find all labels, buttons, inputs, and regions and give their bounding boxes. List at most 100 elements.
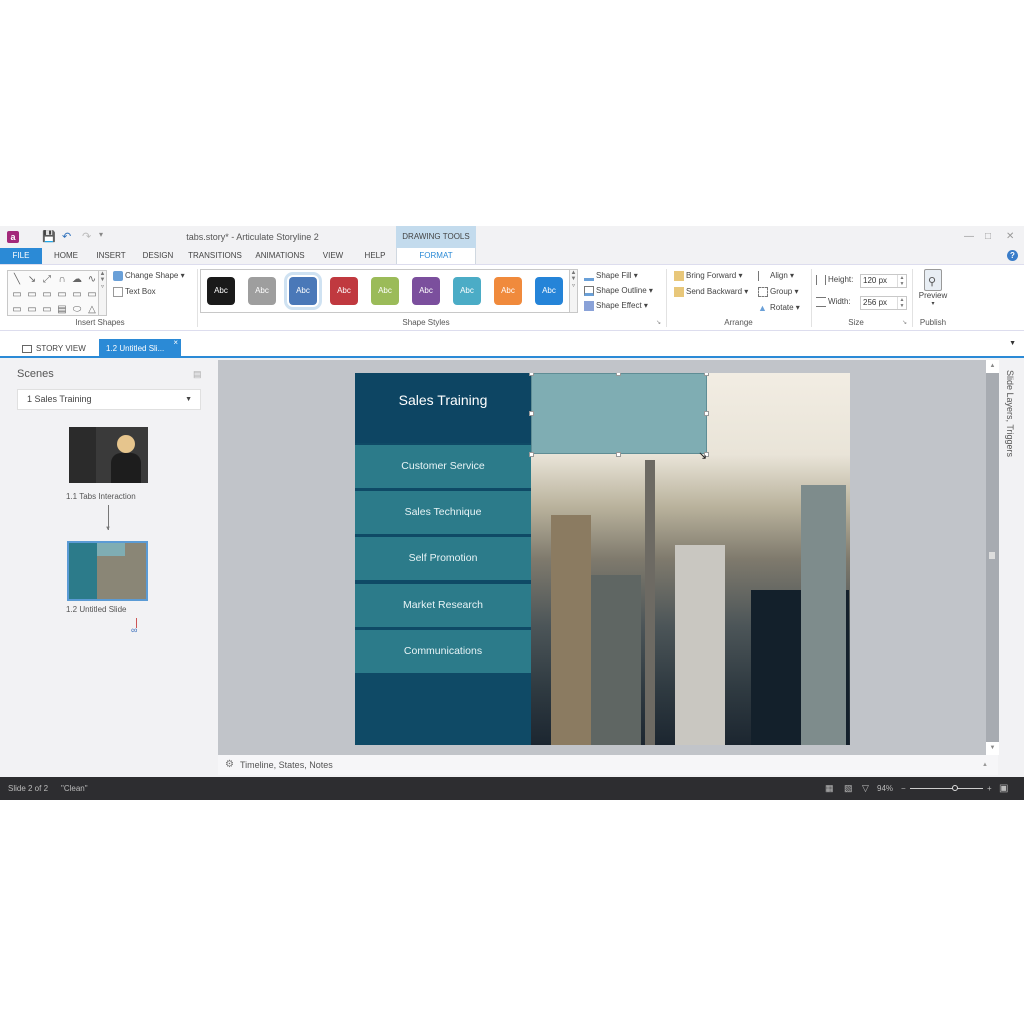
snip-rect-shape-icon[interactable]: ▭: [40, 288, 54, 302]
expand-panel-icon[interactable]: ▲: [982, 755, 988, 775]
shape-style-swatch[interactable]: Abc: [248, 277, 276, 305]
tab-view[interactable]: VIEW: [320, 248, 346, 264]
fit-to-window-icon[interactable]: ▣: [999, 777, 1008, 800]
send-backward-button[interactable]: Send Backward ▾: [674, 287, 748, 297]
slide-title[interactable]: Sales Training: [355, 373, 531, 443]
slide-label-2[interactable]: 1.2 Untitled Slide: [66, 605, 126, 614]
shape-outline-button[interactable]: Shape Outline ▾: [584, 286, 653, 296]
shape-style-swatch[interactable]: Abc: [453, 277, 481, 305]
menu-button-communications[interactable]: Communications: [355, 630, 531, 673]
preview-mode-icon[interactable]: ▽: [862, 777, 869, 800]
undock-panel-icon[interactable]: ▤: [193, 369, 202, 380]
styles-gallery-scroll[interactable]: ▲ ▼ ▿: [569, 269, 578, 313]
rect-3-shape-icon[interactable]: ▭: [25, 303, 39, 317]
tab-insert[interactable]: INSERT: [93, 248, 129, 264]
scene-select[interactable]: 1 Sales Training ▼: [17, 389, 201, 410]
resize-handle[interactable]: [529, 452, 534, 457]
slide-view-mode-icon[interactable]: ▧: [844, 777, 853, 800]
width-input[interactable]: 256 px ▲ ▼: [860, 296, 907, 310]
oval-shape-icon[interactable]: ⬭: [70, 303, 84, 317]
resize-handle[interactable]: [704, 411, 709, 416]
tab-transitions[interactable]: TRANSITIONS: [186, 248, 244, 264]
zoom-in-button[interactable]: +: [987, 777, 992, 800]
minimize-icon[interactable]: —: [964, 231, 974, 242]
selected-rectangle-shape[interactable]: [531, 373, 707, 454]
tab-home[interactable]: HOME: [50, 248, 82, 264]
change-shape-button[interactable]: Change Shape ▾: [113, 271, 185, 281]
story-view-tab[interactable]: STORY VIEW: [22, 339, 86, 358]
height-input[interactable]: 120 px ▲ ▼: [860, 274, 907, 288]
shape-style-swatch[interactable]: Abc: [207, 277, 235, 305]
scroll-down-button[interactable]: ▼: [986, 742, 999, 755]
zoom-slider[interactable]: [910, 785, 983, 791]
resize-handle[interactable]: [704, 373, 709, 376]
menu-button-customer-service[interactable]: Customer Service: [355, 445, 531, 488]
shape-styles-launcher-icon[interactable]: ↘: [656, 319, 661, 326]
resize-handle[interactable]: [529, 411, 534, 416]
story-view-mode-icon[interactable]: ▦: [825, 777, 834, 800]
tab-file[interactable]: FILE: [0, 248, 42, 264]
tab-format[interactable]: FORMAT: [396, 248, 476, 264]
arrow-line-shape-icon[interactable]: ↘: [25, 273, 39, 287]
align-button[interactable]: Align ▾: [758, 271, 794, 281]
shape-style-swatch[interactable]: Abc: [412, 277, 440, 305]
slide-thumbnail-2[interactable]: [67, 541, 148, 601]
resize-handle[interactable]: [616, 373, 621, 376]
resize-handle[interactable]: [529, 373, 534, 376]
slide-label-1[interactable]: 1.1 Tabs Interaction: [66, 492, 136, 501]
line-shape-icon[interactable]: ╲: [10, 273, 24, 287]
scribble-shape-icon[interactable]: ∿: [85, 273, 99, 287]
link-icon[interactable]: ∞: [131, 625, 137, 635]
canvas-vertical-scrollbar[interactable]: ▲ ▼: [986, 360, 999, 755]
slide-thumbnail-1[interactable]: [69, 427, 148, 483]
shape-effect-button[interactable]: Shape Effect ▾: [584, 301, 648, 311]
textbox-shape-icon[interactable]: ▤: [55, 303, 69, 317]
zoom-slider-thumb[interactable]: [952, 785, 959, 791]
menu-button-sales-technique[interactable]: Sales Technique: [355, 491, 531, 534]
rotate-button[interactable]: ▲ Rotate ▾: [758, 303, 800, 313]
close-tab-icon[interactable]: ×: [173, 333, 178, 352]
rounded-rect-shape-icon[interactable]: ▭: [25, 288, 39, 302]
close-icon[interactable]: ✕: [1006, 231, 1014, 242]
rect-4-shape-icon[interactable]: ▭: [40, 303, 54, 317]
shape-style-swatch[interactable]: Abc: [494, 277, 522, 305]
double-arrow-shape-icon[interactable]: ⤢: [40, 273, 54, 287]
tab-animations[interactable]: ANIMATIONS: [252, 248, 308, 264]
shape-style-swatch[interactable]: Abc: [371, 277, 399, 305]
menu-button-market-research[interactable]: Market Research: [355, 584, 531, 627]
slide-tab-active[interactable]: 1.2 Untitled Sli... ×: [99, 338, 181, 358]
width-spinner[interactable]: ▲ ▼: [897, 297, 906, 309]
freeform-shape-icon[interactable]: ☁: [70, 273, 84, 287]
maximize-icon[interactable]: □: [985, 231, 991, 242]
tab-help[interactable]: HELP: [362, 248, 388, 264]
size-launcher-icon[interactable]: ↘: [902, 319, 907, 326]
tabs-dropdown-icon[interactable]: ▼: [1009, 340, 1016, 347]
slide-layers-triggers-panel[interactable]: Slide Layers, Triggers: [999, 360, 1024, 775]
group-button[interactable]: Group ▾: [758, 287, 798, 297]
preview-button[interactable]: ⚲ Preview ▾: [918, 269, 948, 307]
rounded-rect-2-shape-icon[interactable]: ▭: [85, 288, 99, 302]
bring-forward-button[interactable]: Bring Forward ▾: [674, 271, 743, 281]
text-box-button[interactable]: Text Box: [113, 287, 156, 297]
resize-handle[interactable]: [616, 452, 621, 457]
triangle-shape-icon[interactable]: △: [85, 303, 99, 317]
help-icon[interactable]: ?: [1007, 250, 1018, 261]
callout-shape-icon[interactable]: ▭: [70, 288, 84, 302]
shape-style-swatch[interactable]: Abc: [535, 277, 563, 305]
menu-button-self-promotion[interactable]: Self Promotion: [355, 537, 531, 580]
timeline-states-notes-bar[interactable]: ⚙ Timeline, States, Notes ▲: [218, 755, 998, 775]
round-top-rect-shape-icon[interactable]: ▭: [55, 288, 69, 302]
shapes-gallery[interactable]: ╲ ↘ ⤢ ∩ ☁ ∿ ▭ ▭ ▭ ▭ ▭ ▭ ▭ ▭ ▭ ▤ ⬭ △: [7, 270, 100, 316]
scroll-thumb[interactable]: [989, 552, 995, 559]
height-spinner[interactable]: ▲ ▼: [897, 275, 906, 287]
curve-shape-icon[interactable]: ∩: [55, 273, 69, 287]
shape-style-swatch[interactable]: Abc: [284, 272, 322, 310]
zoom-out-button[interactable]: −: [901, 777, 906, 800]
tab-design[interactable]: DESIGN: [140, 248, 176, 264]
shape-fill-button[interactable]: Shape Fill ▾: [584, 271, 638, 281]
rectangle-shape-icon[interactable]: ▭: [10, 288, 24, 302]
rect-2-shape-icon[interactable]: ▭: [10, 303, 24, 317]
shapes-gallery-scroll[interactable]: ▲ ▼ ▿: [98, 270, 107, 316]
scroll-up-button[interactable]: ▲: [986, 360, 999, 373]
shape-style-swatch[interactable]: Abc: [330, 277, 358, 305]
